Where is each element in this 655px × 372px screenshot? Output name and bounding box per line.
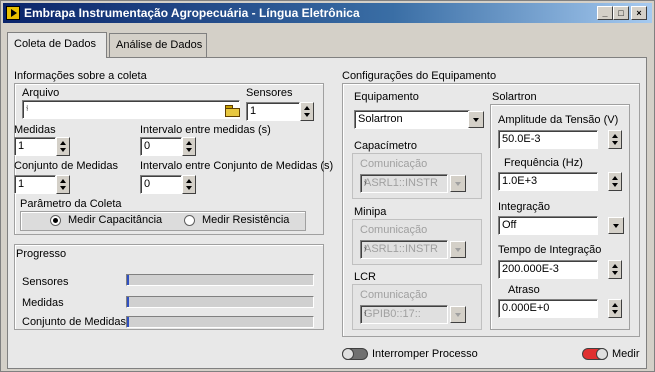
minipa-path-icon: ⫮ (364, 243, 367, 253)
browse-folder-icon[interactable] (224, 104, 240, 117)
intervalo-conjunto-label: Intervalo entre Conjunto de Medidas (s) (140, 160, 334, 172)
equipamento-dropdown-button[interactable] (468, 111, 484, 128)
radio-capacitancia[interactable] (50, 215, 61, 226)
equipamento-label: Equipamento (354, 91, 419, 103)
progress-conjunto-label: Conjunto de Medidas (22, 316, 126, 328)
progress-title: Progresso (16, 248, 67, 260)
amplitude-spinner[interactable] (608, 130, 622, 149)
progress-medidas-label: Medidas (22, 297, 64, 309)
frequencia-label: Frequência (Hz) (504, 157, 583, 169)
path-icon: ⫮ (26, 103, 29, 113)
parametro-label: Parâmetro da Coleta (20, 198, 122, 210)
close-button[interactable]: × (631, 6, 647, 20)
title-bar: Embrapa Instrumentação Agropecuária - Lí… (3, 3, 652, 23)
tempo-spinner[interactable] (608, 260, 622, 279)
integracao-dropdown-button[interactable] (608, 217, 624, 234)
capacimetro-label: Capacímetro (354, 140, 417, 152)
lcr-com-label: Comunicação (360, 289, 428, 301)
capacimetro-com-value: ASRL1::INSTR (364, 177, 438, 189)
frequencia-spinner[interactable] (608, 172, 622, 191)
conjunto-input[interactable]: 1 (14, 175, 56, 194)
intervalo-conjunto-spinner[interactable] (182, 175, 196, 194)
minipa-com-value: ASRL1::INSTR (364, 243, 438, 255)
tab-content: Informações sobre a coleta Arquivo ⫮ Sen… (7, 57, 647, 369)
integracao-label: Integração (498, 201, 550, 213)
progress-sensores-bar (126, 274, 314, 286)
medir-toggle-knob (596, 348, 608, 360)
conjunto-spinner[interactable] (56, 175, 70, 194)
radio-resistencia[interactable] (184, 215, 195, 226)
arquivo-label: Arquivo (22, 87, 60, 99)
sensores-label: Sensores (246, 87, 293, 99)
intervalo-conjunto-input[interactable]: 0 (140, 175, 182, 194)
interromper-toggle-knob (342, 348, 354, 360)
tempo-input[interactable]: 200.000E-3 (498, 260, 598, 279)
conjunto-label: Conjunto de Medidas (14, 160, 118, 172)
medir-label[interactable]: Medir (612, 348, 640, 360)
minipa-com-select: ⫮ ASRL1::INSTR (360, 240, 448, 259)
medidas-input[interactable]: 1 (14, 137, 56, 156)
progress-conjunto-bar (126, 316, 314, 328)
maximize-button[interactable]: □ (613, 6, 629, 20)
medir-toggle[interactable] (582, 348, 608, 360)
main-window: Embrapa Instrumentação Agropecuária - Lí… (0, 0, 655, 372)
solartron-label: Solartron (492, 91, 537, 103)
capacimetro-dropdown-button (450, 175, 466, 192)
capacimetro-path-icon: ⫮ (364, 177, 367, 187)
interromper-toggle[interactable] (342, 348, 368, 360)
config-group-title: Configurações do Equipamento (342, 70, 497, 82)
capacimetro-com-label: Comunicação (360, 158, 428, 170)
progress-conjunto-fill (127, 317, 129, 327)
progress-medidas-fill (127, 297, 129, 307)
atraso-spinner[interactable] (608, 299, 622, 318)
capacimetro-com-select: ⫮ ASRL1::INSTR (360, 174, 448, 193)
progress-medidas-bar (126, 296, 314, 308)
sensores-input[interactable]: 1 (246, 102, 300, 121)
medidas-spinner[interactable] (56, 137, 70, 156)
amplitude-label: Amplitude da Tensão (V) (498, 114, 619, 126)
intervalo-input[interactable]: 0 (140, 137, 182, 156)
intervalo-label: Intervalo entre medidas (s) (140, 124, 271, 136)
radio-capacitancia-label[interactable]: Medir Capacitância (68, 214, 162, 226)
info-group-title: Informações sobre a coleta (14, 70, 147, 82)
radio-resistencia-label[interactable]: Medir Resistência (202, 214, 289, 226)
minimize-button[interactable]: _ (597, 6, 613, 20)
amplitude-input[interactable]: 50.0E-3 (498, 130, 598, 149)
lcr-path-icon: ⫮ (364, 308, 367, 318)
tab-analise-de-dados[interactable]: Análise de Dados (109, 33, 207, 57)
lcr-com-value: GPIB0::17:: (364, 308, 421, 320)
tab-coleta-de-dados[interactable]: Coleta de Dados (7, 32, 107, 58)
progress-sensores-fill (127, 275, 129, 285)
equipamento-select[interactable]: Solartron (354, 110, 470, 129)
window-title: Embrapa Instrumentação Agropecuária - Lí… (24, 6, 360, 20)
lcr-com-select: ⫮ GPIB0::17:: (360, 305, 448, 324)
minipa-dropdown-button (450, 241, 466, 258)
lcr-dropdown-button (450, 306, 466, 323)
atraso-input[interactable]: 0.000E+0 (498, 299, 598, 318)
interromper-label[interactable]: Interromper Processo (372, 348, 478, 360)
lcr-label: LCR (354, 271, 377, 283)
sensores-spinner[interactable] (300, 102, 314, 121)
frequencia-input[interactable]: 1.0E+3 (498, 172, 598, 191)
minipa-label: Minipa (354, 206, 387, 218)
progress-sensores-label: Sensores (22, 276, 69, 288)
intervalo-spinner[interactable] (182, 137, 196, 156)
integracao-select[interactable]: Off (498, 216, 598, 235)
app-icon (6, 6, 20, 20)
minipa-com-label: Comunicação (360, 224, 428, 236)
tempo-label: Tempo de Integração (498, 244, 602, 256)
atraso-label: Atraso (508, 284, 540, 296)
arquivo-input[interactable]: ⫮ (22, 100, 240, 119)
medidas-label: Medidas (14, 124, 56, 136)
